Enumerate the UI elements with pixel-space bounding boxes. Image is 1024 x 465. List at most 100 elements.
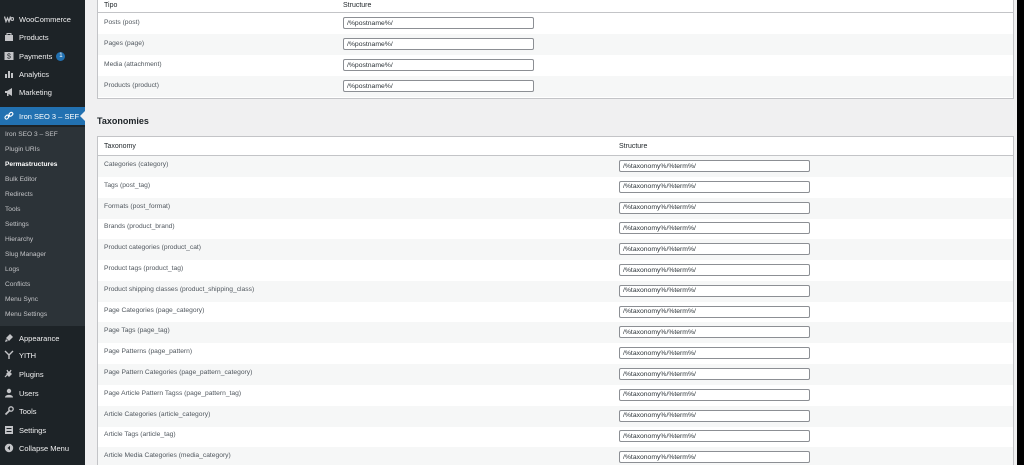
taxonomy-structure-input[interactable] — [619, 180, 810, 193]
plugins-icon — [4, 369, 14, 379]
sidebar-item-label: Payments — [19, 51, 53, 61]
taxonomy-label: Page Pattern Categories (page_pattern_ca… — [104, 369, 253, 376]
submenu-item-slug-manager[interactable]: Slug Manager — [5, 251, 46, 258]
notification-badge: 1 — [56, 51, 66, 61]
sidebar-item-marketing[interactable]: Marketing — [0, 83, 85, 101]
woocommerce-icon — [4, 14, 14, 24]
sidebar-item-products[interactable]: Products — [0, 28, 85, 46]
submenu-item-conflicts[interactable]: Conflicts — [5, 281, 30, 288]
table-row: Categories (category) — [98, 156, 1013, 177]
submenu-item-menu-settings[interactable]: Menu Settings — [5, 311, 47, 318]
users-icon — [4, 388, 14, 398]
sidebar-item-tools[interactable]: Tools — [0, 402, 85, 420]
taxonomies-table: Taxonomy Structure Categories (category)… — [97, 136, 1014, 465]
taxonomy-structure-input[interactable] — [619, 284, 810, 297]
post-type-label: Posts (post) — [104, 19, 140, 26]
taxonomy-structure-input[interactable] — [619, 451, 810, 464]
products-icon — [4, 32, 14, 42]
taxonomy-structure-input[interactable] — [619, 326, 810, 339]
sidebar-item-yith[interactable]: YITH — [0, 346, 85, 364]
column-header-taxonomy: Taxonomy — [104, 143, 136, 150]
link-icon — [4, 111, 14, 121]
taxonomy-label: Article Media Categories (media_category… — [104, 452, 231, 460]
table-row: Article Categories (article_category) — [98, 405, 1013, 427]
table-row: Page Patterns (page_pattern) — [98, 343, 1013, 364]
submenu-item-plugin-uris[interactable]: Plugin URIs — [5, 146, 40, 153]
taxonomy-structure-input[interactable] — [619, 409, 810, 422]
sidebar-item-label: YITH — [19, 350, 37, 360]
sidebar-item-plugins[interactable]: Plugins — [0, 365, 85, 383]
table-row: Page Article Pattern Tagss (page_pattern… — [98, 385, 1013, 406]
post-type-structure-input[interactable] — [343, 59, 534, 71]
table-row: Article Media Categories (media_category… — [98, 447, 1013, 465]
sidebar-item-analytics[interactable]: Analytics — [0, 65, 85, 83]
taxonomy-structure-input[interactable] — [619, 368, 810, 380]
table-row: Brands (product_brand) — [98, 218, 1013, 239]
submenu-item-permastructures[interactable]: Permastructures — [5, 161, 57, 168]
submenu-item-logs[interactable]: Logs — [5, 266, 19, 273]
admin-sidebar: WooCommerce Products $ Payments 1 Analyt… — [0, 0, 85, 465]
table-row: Media (attachment) — [98, 55, 1013, 76]
sidebar-item-appearance[interactable]: Appearance — [0, 329, 85, 347]
table-row: Tags (post_tag) — [98, 177, 1013, 198]
submenu-item-bulk-editor[interactable]: Bulk Editor — [5, 176, 37, 183]
table-row: Product categories (product_cat) — [98, 239, 1013, 261]
sidebar-item-label: Plugins — [19, 369, 44, 379]
table-row: Page Categories (page_category) — [98, 302, 1013, 323]
tools-icon — [4, 406, 14, 416]
sidebar-item-label: WooCommerce — [19, 14, 71, 24]
yith-icon — [4, 350, 14, 360]
taxonomy-label: Page Article Pattern Tagss (page_pattern… — [104, 389, 242, 397]
submenu-item-iron-seo-3-sef[interactable]: Iron SEO 3 – SEF — [5, 131, 58, 138]
sidebar-item-label: Analytics — [19, 69, 50, 79]
table-row: Page Tags (page_tag) — [98, 322, 1013, 344]
taxonomy-label: Product shipping classes (product_shippi… — [104, 285, 255, 293]
sidebar-item-users[interactable]: Users — [0, 384, 85, 402]
section-title-taxonomies: Taxonomies — [97, 116, 149, 126]
post-type-label: Media (attachment) — [104, 61, 162, 68]
taxonomy-structure-input[interactable] — [619, 160, 810, 172]
taxonomy-structure-input[interactable] — [619, 243, 810, 256]
permastructures-panel: Tipo Structure Posts (post) Pages (page)… — [85, 0, 1017, 465]
table-row: Pages (page) — [98, 34, 1013, 55]
submenu-item-menu-sync[interactable]: Menu Sync — [5, 296, 38, 303]
taxonomy-structure-input[interactable] — [619, 222, 810, 235]
table-row: Formats (post_format) — [98, 197, 1013, 219]
submenu-item-hierarchy[interactable]: Hierarchy — [5, 236, 33, 243]
taxonomy-label: Article Tags (article_tag) — [104, 431, 176, 439]
sidebar-item-settings[interactable]: Settings — [0, 421, 85, 439]
taxonomy-structure-input[interactable] — [619, 264, 810, 276]
column-header-type: Tipo — [104, 2, 118, 9]
taxonomy-structure-input[interactable] — [619, 388, 810, 401]
taxonomy-structure-input[interactable] — [619, 430, 810, 443]
post-type-structure-input[interactable] — [343, 80, 534, 92]
submenu-item-settings[interactable]: Settings — [5, 221, 29, 228]
sidebar-item-label: Tools — [19, 406, 37, 416]
taxonomy-label: Formats (post_format) — [104, 202, 171, 210]
submenu-item-redirects[interactable]: Redirects — [5, 191, 33, 198]
settings-icon — [4, 425, 14, 435]
appearance-icon — [4, 333, 14, 343]
post-type-structure-input[interactable] — [343, 17, 534, 29]
sidebar-item-collapse-menu[interactable]: Collapse Menu — [0, 439, 85, 457]
table-row: Page Pattern Categories (page_pattern_ca… — [98, 364, 1013, 385]
svg-text:$: $ — [7, 54, 11, 61]
sidebar-item-woocommerce[interactable]: WooCommerce — [0, 10, 85, 28]
taxonomy-structure-input[interactable] — [619, 347, 810, 360]
payments-icon: $ — [4, 51, 14, 61]
taxonomy-label: Tags (post_tag) — [104, 181, 151, 189]
sidebar-item-payments[interactable]: $ Payments 1 — [0, 47, 85, 65]
taxonomy-structure-input[interactable] — [619, 305, 810, 318]
taxonomy-label: Product categories (product_cat) — [104, 244, 202, 252]
post-type-structure-input[interactable] — [343, 38, 534, 50]
post-types-table: Tipo Structure Posts (post) Pages (page)… — [97, 0, 1014, 99]
sidebar-item-iron-seo[interactable]: Iron SEO 3 – SEF — [0, 107, 85, 125]
table-row: Product tags (product_tag) — [98, 260, 1013, 281]
taxonomy-label: Page Categories (page_category) — [104, 306, 205, 314]
column-header-structure: Structure — [343, 2, 372, 9]
table-row: Product shipping classes (product_shippi… — [98, 280, 1013, 302]
collapse-icon — [4, 443, 14, 453]
taxonomy-structure-input[interactable] — [619, 201, 810, 214]
submenu-item-tools[interactable]: Tools — [5, 206, 20, 213]
post-type-label: Products (product) — [104, 82, 160, 89]
